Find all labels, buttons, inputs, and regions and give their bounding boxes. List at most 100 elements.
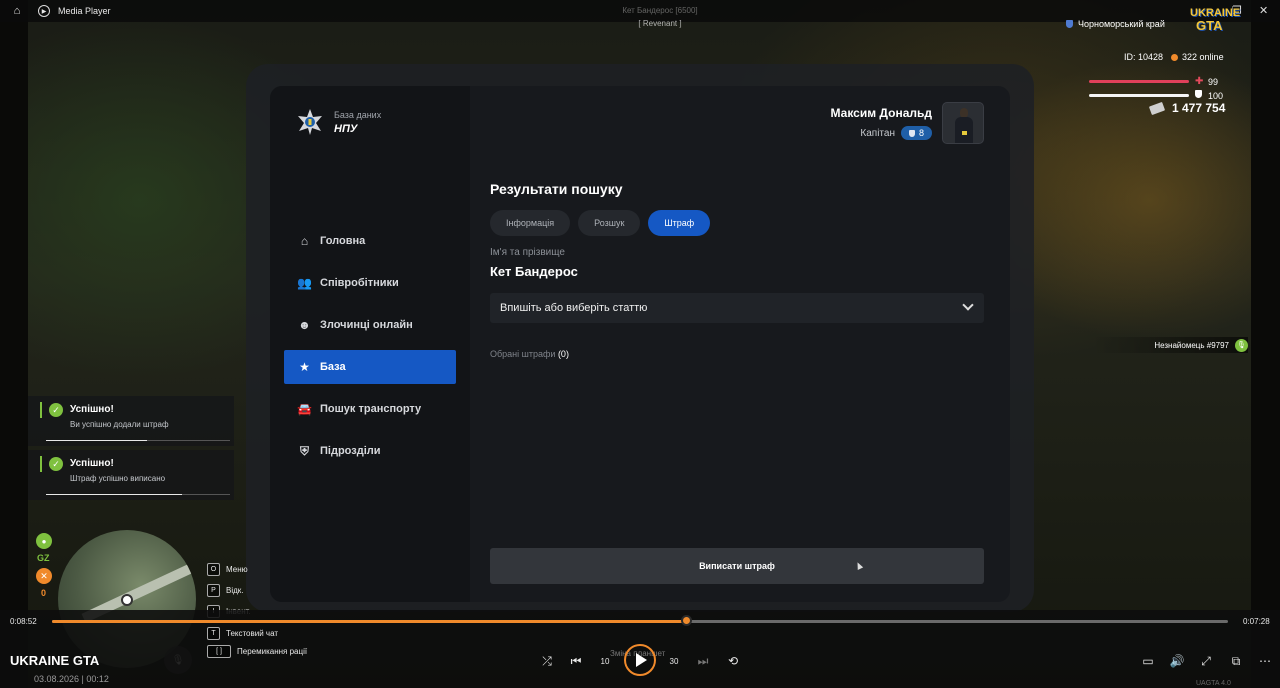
sidebar-item-criminals-online[interactable]: ☻ Злочинці онлайн xyxy=(284,308,456,342)
play-icon xyxy=(636,653,647,667)
next-icon[interactable]: ⏭ xyxy=(694,652,712,670)
key-cap: P xyxy=(207,584,220,597)
notification-fine-issued: ✓ Успішно! Штраф успішно виписано xyxy=(28,450,234,500)
miniplayer-icon[interactable]: ⧉ xyxy=(1227,652,1245,670)
money-value: 1 477 754 xyxy=(1172,101,1226,115)
notification-title: Успішно! xyxy=(70,404,114,415)
health-icon: ✚ xyxy=(1195,76,1204,87)
article-select[interactable]: Впишіть або виберіть статтю xyxy=(490,293,984,323)
article-select-placeholder: Впишіть або виберіть статтю xyxy=(500,302,648,314)
region-shield-icon xyxy=(1066,20,1073,28)
previous-icon[interactable]: ⏮ xyxy=(567,652,585,670)
notification-timer xyxy=(46,494,230,495)
name-field-label: Ім'я та прізвище xyxy=(490,247,565,258)
search-results: Результати пошуку Інформація Розшук Штра… xyxy=(490,86,990,602)
users-icon: 👥 xyxy=(297,276,312,290)
health-value: 99 xyxy=(1208,77,1219,87)
fullscreen-icon[interactable]: ⤢ xyxy=(1197,652,1215,670)
sidebar-item-database[interactable]: ★ База xyxy=(284,350,456,384)
target-name: Кет Бандерос [6500] xyxy=(622,6,698,15)
target-subtitle: [ Revenant ] xyxy=(638,19,682,28)
notification-message: Штраф успішно виписано xyxy=(70,474,166,483)
more-options-icon[interactable]: ⋯ xyxy=(1256,652,1274,670)
play-button[interactable] xyxy=(624,644,656,676)
criminal-icon: ☻ xyxy=(298,318,311,332)
health-bar xyxy=(1089,80,1189,83)
region-name: Чорноморський край xyxy=(1078,19,1165,29)
volume-icon[interactable]: 🔊 xyxy=(1168,652,1186,670)
repeat-icon[interactable]: ⟲ xyxy=(724,652,742,670)
armor-value: 100 xyxy=(1208,91,1224,101)
brand: База даних НПУ xyxy=(296,108,381,136)
sidebar-item-label: Головна xyxy=(320,235,366,247)
player-marker-icon xyxy=(121,594,133,606)
key-hint-label: Меню xyxy=(226,565,248,574)
seek-bar-progress xyxy=(52,620,688,623)
police-database-panel: База даних НПУ ⌂ Головна 👥 Співробітники… xyxy=(270,86,1010,602)
player-id-line: ID: 10428 322 online xyxy=(1124,52,1224,62)
video-title: UKRAINE GTA xyxy=(10,653,100,668)
sidebar-item-vehicle-search[interactable]: 🚘 Пошук транспорту xyxy=(284,392,456,426)
issue-fine-button[interactable]: Виписати штраф xyxy=(490,548,984,584)
skip-forward-button[interactable]: 30 xyxy=(665,652,683,670)
subtitles-icon[interactable]: ▭ xyxy=(1139,652,1157,670)
tab-fine[interactable]: Штраф xyxy=(648,210,711,236)
skip-back-button[interactable]: 10 xyxy=(596,652,614,670)
key-hint-text-chat: T Текстовий чат xyxy=(207,627,278,640)
skip-back-seconds: 10 xyxy=(600,656,610,666)
seek-bar-thumb[interactable] xyxy=(681,615,693,626)
seek-bar[interactable] xyxy=(52,620,1228,623)
watermark: UAGTA 4.0 xyxy=(1196,680,1231,687)
police-emblem-icon xyxy=(298,109,322,135)
sidebar-item-home[interactable]: ⌂ Головна xyxy=(284,224,456,258)
money-display: 1 477 754 xyxy=(1148,101,1226,115)
sidebar-nav: ⌂ Головна 👥 Співробітники ☻ Злочинці онл… xyxy=(284,224,456,476)
close-icon[interactable]: ✕ xyxy=(1259,4,1268,17)
greenzone-label: GZ xyxy=(37,553,50,563)
notification-fine-added: ✓ Успішно! Ви успішно додали штраф xyxy=(28,396,234,446)
sidebar-item-label: Злочинці онлайн xyxy=(320,319,413,331)
speaker-name: Незнайомець #9797 xyxy=(1154,340,1229,350)
shuffle-icon[interactable]: ⤮ xyxy=(538,652,556,670)
sidebar-item-label: Підрозділи xyxy=(320,445,381,457)
notification-timer xyxy=(46,440,230,441)
key-hint-label: Текстовий чат xyxy=(226,629,279,638)
video-date: 03.08.2026 | 00:12 xyxy=(34,674,109,684)
key-cap: T xyxy=(207,627,220,640)
key-hint-open: P Відк. xyxy=(207,584,244,597)
shield-icon: ⛨ xyxy=(299,443,309,458)
star-icon: ★ xyxy=(299,360,310,374)
sidebar-item-label: Пошук транспорту xyxy=(320,403,422,415)
tab-info[interactable]: Інформація xyxy=(490,210,571,236)
online-dot-icon xyxy=(1171,54,1179,62)
home-icon[interactable]: ⌂ xyxy=(10,4,24,18)
check-icon: ✓ xyxy=(49,457,63,471)
region-label: Чорноморський край xyxy=(1066,19,1165,29)
chevron-down-icon xyxy=(962,299,974,311)
armor-icon xyxy=(1195,90,1202,98)
greenzone-icon: ● xyxy=(36,533,52,549)
armor-bar xyxy=(1089,94,1189,97)
sidebar-item-staff[interactable]: 👥 Співробітники xyxy=(284,266,456,300)
page-title: Результати пошуку xyxy=(490,181,623,197)
time-remaining: 0:07:28 xyxy=(1243,617,1270,626)
cash-icon xyxy=(1148,101,1166,115)
time-elapsed: 0:08:52 xyxy=(10,617,37,626)
player-id: ID: 10428 xyxy=(1124,52,1164,62)
selected-fines: Обрані штрафи (0) xyxy=(490,349,569,359)
sidebar: База даних НПУ ⌂ Головна 👥 Співробітники… xyxy=(270,86,470,602)
tab-wanted[interactable]: Розшук xyxy=(578,210,641,236)
letterbox-left xyxy=(0,0,28,688)
brand-name: НПУ xyxy=(334,122,358,135)
selected-fines-count: (0) xyxy=(557,349,569,359)
notification-title: Успішно! xyxy=(70,458,114,469)
sidebar-item-units[interactable]: ⛨ Підрозділи xyxy=(284,434,456,468)
microphone-icon: 🎙 xyxy=(1235,338,1248,352)
online-text: 322 online xyxy=(1182,52,1224,62)
check-icon: ✓ xyxy=(49,403,63,417)
voice-speaker-tag: Незнайомець #9797 🎙 xyxy=(1092,337,1248,353)
notification-message: Ви успішно додали штраф xyxy=(70,420,169,429)
sidebar-item-label: Співробітники xyxy=(320,277,399,289)
name-field-value: Кет Бандерос xyxy=(490,264,578,279)
home-icon: ⌂ xyxy=(300,234,309,248)
